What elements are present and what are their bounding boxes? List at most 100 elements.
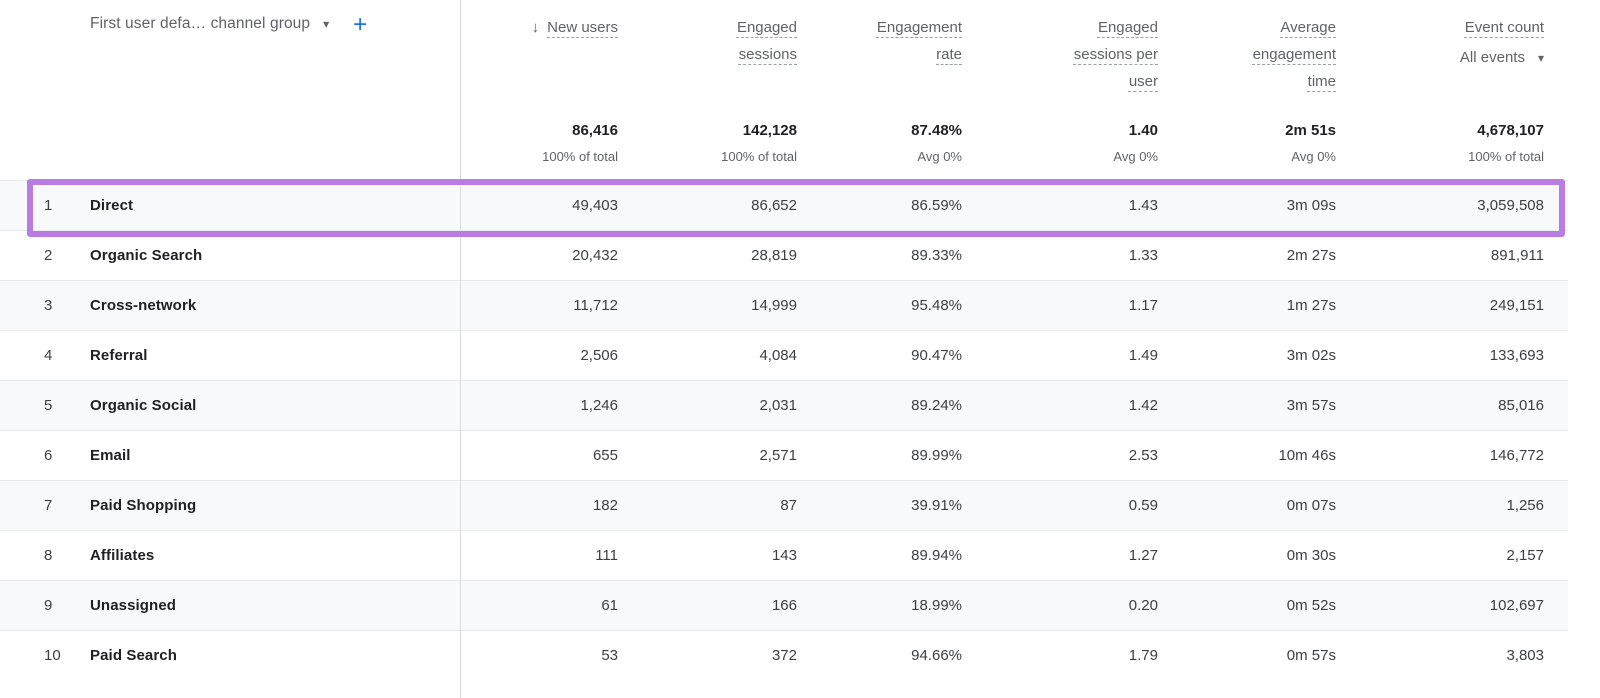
value-cell-event-count: 133,693 xyxy=(1336,331,1568,380)
column-label: user xyxy=(1129,73,1158,90)
table-row: 6Email6552,57189.99%2.5310m 46s146,772 xyxy=(0,430,1568,480)
column-header-new-users[interactable]: ↓ New users xyxy=(460,0,618,107)
dimension-header-cell: First user defa… channel group ▾ + xyxy=(0,0,460,107)
chevron-down-icon: ▾ xyxy=(1538,52,1544,64)
value-cell-engaged-sessions-per-user: 1.79 xyxy=(962,631,1158,680)
row-rank: 8 xyxy=(44,547,78,564)
channel-name: Affiliates xyxy=(90,547,154,564)
value-cell-engaged-sessions: 14,999 xyxy=(618,281,797,330)
column-label: Average xyxy=(1280,19,1336,36)
channel-name: Organic Search xyxy=(90,247,202,264)
value-cell-new-users: 182 xyxy=(460,481,618,530)
value-cell-average-engagement-time: 10m 46s xyxy=(1158,431,1336,480)
total-subtext: 100% of total xyxy=(542,149,618,164)
value-cell-engaged-sessions: 2,571 xyxy=(618,431,797,480)
value-cell-average-engagement-time: 3m 02s xyxy=(1158,331,1336,380)
channel-name: Referral xyxy=(90,347,148,364)
column-header-engagement-rate[interactable]: Engagement rate xyxy=(797,0,962,107)
column-label: rate xyxy=(936,46,962,63)
value-cell-engaged-sessions: 28,819 xyxy=(618,231,797,280)
dimension-selector[interactable]: First user defa… channel group ▾ xyxy=(90,15,329,33)
column-header-engaged-sessions[interactable]: Engagedsessions xyxy=(618,0,797,107)
column-header-event-count[interactable]: Event count All events▾ xyxy=(1336,0,1568,107)
channel-name: Cross-network xyxy=(90,297,196,314)
value-cell-engaged-sessions: 4,084 xyxy=(618,331,797,380)
value-cell-engagement-rate: 86.59% xyxy=(797,181,962,230)
total-value: 86,416 xyxy=(572,122,618,139)
value-cell-engaged-sessions: 87 xyxy=(618,481,797,530)
value-cell-engagement-rate: 89.33% xyxy=(797,231,962,280)
event-count-filter-dropdown[interactable]: All events▾ xyxy=(1460,44,1544,71)
value-cell-engagement-rate: 18.99% xyxy=(797,581,962,630)
column-label: Event count xyxy=(1465,19,1544,36)
value-cell-average-engagement-time: 3m 09s xyxy=(1158,181,1336,230)
add-dimension-button[interactable]: + xyxy=(353,15,367,35)
total-subtext: Avg 0% xyxy=(1291,149,1336,164)
table-row: 3Cross-network11,71214,99995.48%1.171m 2… xyxy=(0,280,1568,330)
value-cell-new-users: 111 xyxy=(460,531,618,580)
column-header-engaged-sessions-per-user[interactable]: Engaged sessions per user xyxy=(962,0,1158,107)
total-value: 142,128 xyxy=(743,122,797,139)
value-cell-average-engagement-time: 1m 27s xyxy=(1158,281,1336,330)
total-cell-event-count: 4,678,107 100% of total xyxy=(1336,107,1568,180)
table-row: 10Paid Search5337294.66%1.790m 57s3,803 xyxy=(0,630,1568,680)
total-value: 4,678,107 xyxy=(1477,122,1544,139)
value-cell-new-users: 20,432 xyxy=(460,231,618,280)
column-label: sessions per xyxy=(1074,46,1158,63)
column-header-average-engagement-time[interactable]: Averageengagementtime xyxy=(1158,0,1336,107)
value-cell-engaged-sessions: 86,652 xyxy=(618,181,797,230)
dimension-cell: 7Paid Shopping xyxy=(0,481,460,530)
table-row: 5Organic Social1,2462,03189.24%1.423m 57… xyxy=(0,380,1568,430)
value-cell-engaged-sessions-per-user: 1.27 xyxy=(962,531,1158,580)
value-cell-average-engagement-time: 0m 52s xyxy=(1158,581,1336,630)
value-cell-engaged-sessions-per-user: 1.33 xyxy=(962,231,1158,280)
totals-row: 86,416100% of total142,128100% of total8… xyxy=(0,107,1568,180)
value-cell-average-engagement-time: 2m 27s xyxy=(1158,231,1336,280)
dimension-cell: 6 Email xyxy=(0,431,460,480)
table-row: 9Unassigned6116618.99%0.200m 52s102,697 xyxy=(0,580,1568,630)
total-cell-engaged-sessions-per-user: 1.40 Avg 0% xyxy=(962,107,1158,180)
value-cell-engaged-sessions-per-user: 0.59 xyxy=(962,481,1158,530)
channel-name: Organic Social xyxy=(90,397,196,414)
value-cell-engagement-rate: 89.99% xyxy=(797,431,962,480)
value-cell-engagement-rate: 90.47% xyxy=(797,331,962,380)
total-subtext: 100% of total xyxy=(1468,149,1544,164)
value-cell-engaged-sessions: 143 xyxy=(618,531,797,580)
value-cell-new-users: 49,403 xyxy=(460,181,618,230)
channel-name: Direct xyxy=(90,197,133,214)
total-value: 1.40 xyxy=(1129,122,1158,139)
row-rank: 10 xyxy=(44,647,78,664)
value-cell-engaged-sessions-per-user: 1.42 xyxy=(962,381,1158,430)
channel-name: Paid Search xyxy=(90,647,177,664)
row-rank: 3 xyxy=(44,297,78,314)
value-cell-engagement-rate: 89.94% xyxy=(797,531,962,580)
value-cell-event-count: 1,256 xyxy=(1336,481,1568,530)
value-cell-engagement-rate: 95.48% xyxy=(797,281,962,330)
table-row: 7Paid Shopping1828739.91%0.590m 07s1,256 xyxy=(0,480,1568,530)
totals-dim-cell xyxy=(0,107,460,180)
total-cell-average-engagement-time: 2m 51sAvg 0% xyxy=(1158,107,1336,180)
column-label: engagement xyxy=(1253,46,1336,63)
value-cell-engaged-sessions-per-user: 2.53 xyxy=(962,431,1158,480)
row-rank: 6 xyxy=(44,447,78,464)
column-label: New users xyxy=(547,19,618,36)
value-cell-event-count: 3,803 xyxy=(1336,631,1568,680)
value-cell-average-engagement-time: 0m 30s xyxy=(1158,531,1336,580)
dimension-label: First user defa… channel group xyxy=(90,15,310,33)
channel-name: Email xyxy=(90,447,131,464)
chevron-down-icon: ▾ xyxy=(323,18,329,30)
total-subtext: Avg 0% xyxy=(1113,149,1158,164)
sort-descending-icon: ↓ xyxy=(532,19,540,36)
row-rank: 9 xyxy=(44,597,78,614)
channel-name: Unassigned xyxy=(90,597,176,614)
value-cell-engagement-rate: 39.91% xyxy=(797,481,962,530)
total-subtext: 100% of total xyxy=(721,149,797,164)
value-cell-engaged-sessions-per-user: 1.17 xyxy=(962,281,1158,330)
column-label: Engaged xyxy=(1098,19,1158,36)
dimension-cell: 5Organic Social xyxy=(0,381,460,430)
value-cell-event-count: 3,059,508 xyxy=(1336,181,1568,230)
column-label: Engagement xyxy=(877,19,962,36)
value-cell-average-engagement-time: 0m 07s xyxy=(1158,481,1336,530)
value-cell-event-count: 146,772 xyxy=(1336,431,1568,480)
dimension-cell: 4Referral xyxy=(0,331,460,380)
